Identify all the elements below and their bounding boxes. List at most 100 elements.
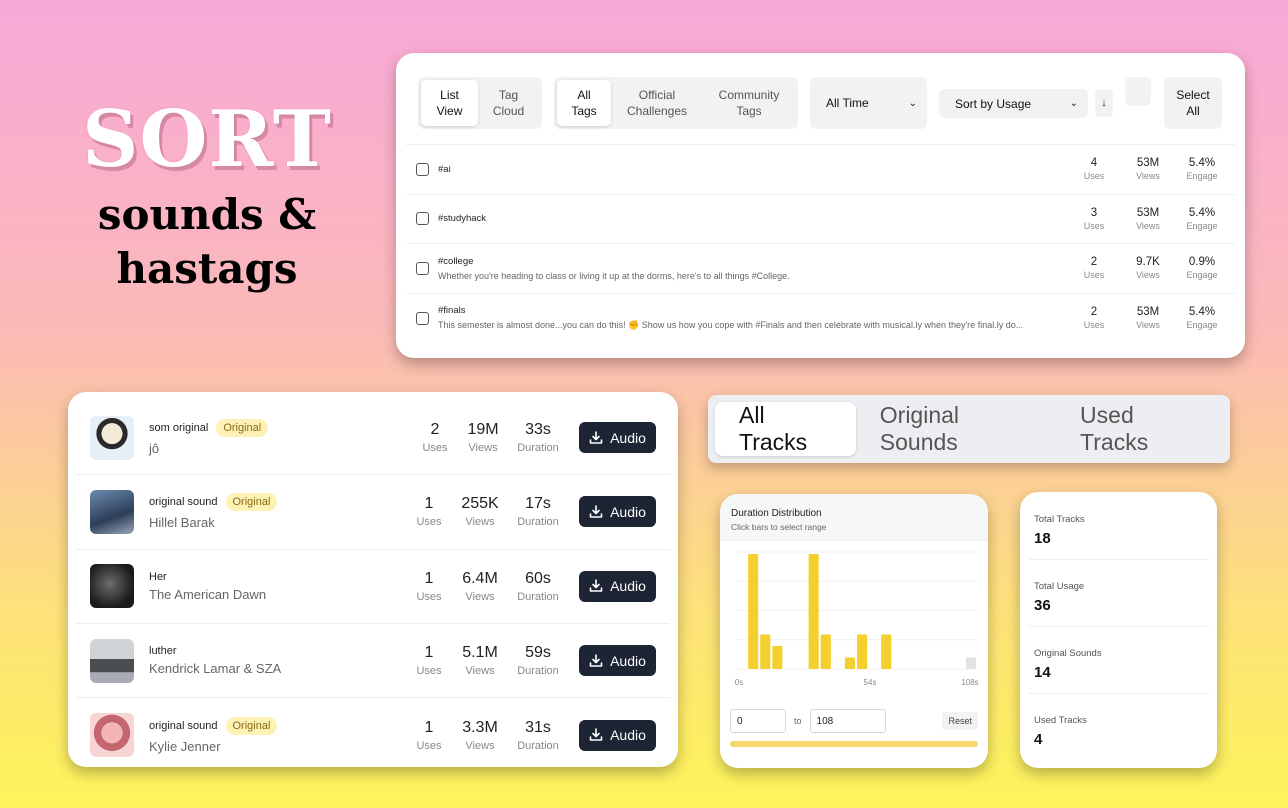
tag-cloud-button[interactable]: Tag Cloud — [480, 80, 537, 126]
sound-row[interactable]: luther Kendrick Lamar & SZA 1 Uses 5.1M … — [76, 624, 670, 699]
hashtag-stats: 4 Uses 53M Views 5.4% Engage — [1067, 157, 1229, 181]
sound-title: original sound — [149, 496, 218, 509]
histogram-bar[interactable] — [857, 634, 868, 670]
histogram-bar[interactable] — [808, 554, 819, 669]
sounds-panel: som original Original jô 2 Uses 19M View… — [68, 392, 678, 767]
total-value: 4 — [1034, 731, 1043, 748]
sound-row[interactable]: Her The American Dawn 1 Uses 6.4M Views … — [76, 550, 670, 624]
headline-subtitle-line2: hastags — [116, 244, 298, 293]
audio-download-button[interactable]: Audio — [579, 570, 656, 602]
tab-all-tracks[interactable]: All Tracks — [715, 402, 856, 456]
all-tags-button[interactable]: All Tags — [557, 80, 611, 126]
sound-stats: 2 Uses 19M Views 33s Duration — [415, 421, 565, 454]
original-badge: Original — [225, 716, 278, 735]
headline-title: SORT — [82, 94, 332, 185]
total-card: Original Sounds 14 — [1027, 634, 1210, 694]
duration-stat: 60s Duration — [511, 570, 565, 603]
sound-info: luther Kendrick Lamar & SZA — [149, 645, 409, 676]
sound-thumbnail — [90, 564, 134, 609]
tab-original-sounds[interactable]: Original Sounds — [856, 402, 1056, 456]
audio-label: Audio — [610, 503, 646, 520]
uses-label: Uses — [416, 665, 442, 678]
sound-title-line: original sound Original — [149, 716, 409, 735]
hashtag-row[interactable]: #college Whether you're heading to class… — [406, 244, 1235, 294]
hashtag-name: #finals — [438, 305, 466, 317]
histogram-bar[interactable] — [748, 554, 759, 669]
uses-label: Uses — [1083, 320, 1105, 331]
download-icon — [589, 430, 603, 444]
views-value: 53M — [1136, 306, 1160, 319]
totals-panel: Total Tracks 18 Total Usage 36 Original … — [1020, 492, 1217, 768]
duration-stat: 17s Duration — [511, 495, 565, 528]
sort-direction-button[interactable]: ↓ — [1095, 89, 1113, 117]
uses-value: 4 — [1090, 157, 1098, 170]
total-value: 18 — [1034, 530, 1051, 547]
uses-stat: 4 Uses — [1067, 157, 1121, 181]
uses-stat: 1 Uses — [409, 495, 449, 528]
audio-download-button[interactable]: Audio — [579, 496, 656, 528]
duration-label: Duration — [517, 442, 559, 455]
row-checkbox[interactable] — [416, 311, 429, 325]
uses-label: Uses — [1083, 171, 1105, 182]
time-range-select[interactable]: All Time ⌄ — [810, 77, 927, 129]
sound-artist: Kendrick Lamar & SZA — [149, 661, 282, 677]
engage-stat: 0.9% Engage — [1175, 256, 1229, 280]
hashtag-row[interactable]: #ai 4 Uses 53M Views 5.4% Engage — [406, 145, 1235, 195]
hashtag-row[interactable]: #finals This semester is almost done...y… — [406, 294, 1235, 344]
range-from-input[interactable] — [730, 709, 786, 733]
reset-button[interactable]: Reset — [942, 712, 978, 730]
audio-label: Audio — [610, 652, 646, 669]
audio-label: Audio — [610, 727, 646, 744]
duration-value: 60s — [525, 569, 551, 587]
histogram-bar[interactable] — [844, 657, 855, 670]
row-checkbox[interactable] — [416, 162, 429, 176]
hashtag-name: #studyhack — [438, 213, 487, 225]
list-view-button[interactable]: List View — [421, 80, 478, 126]
sound-title: original sound — [149, 719, 218, 732]
total-card: Total Usage 36 — [1027, 567, 1210, 627]
histogram-bar[interactable] — [881, 634, 892, 670]
uses-label: Uses — [1083, 220, 1105, 231]
histogram-bar[interactable] — [760, 634, 771, 670]
official-challenges-button[interactable]: Official Challenges — [613, 80, 701, 126]
duration-value: 59s — [525, 644, 551, 662]
audio-download-button[interactable]: Audio — [579, 645, 656, 677]
audio-download-button[interactable]: Audio — [579, 422, 656, 454]
blank-square-button[interactable] — [1125, 77, 1151, 106]
views-stat: 6.4M Views — [449, 570, 511, 603]
views-value: 5.1M — [462, 644, 498, 662]
range-slider[interactable] — [730, 741, 978, 747]
audio-download-button[interactable]: Audio — [579, 719, 656, 751]
select-all-button[interactable]: Select All — [1164, 77, 1222, 129]
uses-value: 1 — [424, 569, 434, 587]
range-to-input[interactable] — [809, 709, 886, 733]
sound-thumbnail — [90, 415, 134, 460]
row-checkbox[interactable] — [416, 261, 429, 275]
views-label: Views — [465, 516, 495, 529]
uses-stat: 3 Uses — [1067, 207, 1121, 231]
download-icon — [589, 579, 603, 593]
histogram-bar[interactable] — [820, 634, 831, 670]
tab-used-tracks[interactable]: Used Tracks — [1056, 402, 1223, 456]
sound-title-line: som original Original — [149, 419, 415, 438]
sound-stats: 1 Uses 255K Views 17s Duration — [409, 495, 565, 528]
sound-row[interactable]: original sound Original Kylie Jenner 1 U… — [76, 698, 670, 772]
sound-row[interactable]: som original Original jô 2 Uses 19M View… — [76, 401, 670, 476]
histogram-bar[interactable] — [965, 657, 976, 670]
total-card: Total Tracks 18 — [1027, 500, 1210, 560]
sound-thumbnail — [90, 489, 134, 534]
community-tags-button[interactable]: Community Tags — [703, 80, 795, 126]
histogram-bar[interactable] — [772, 646, 783, 669]
row-checkbox[interactable] — [416, 212, 429, 226]
headline-subtitle-line1: sounds & — [97, 190, 317, 239]
hashtag-row[interactable]: #studyhack 3 Uses 53M Views 5.4% Engage — [406, 195, 1235, 244]
engage-value: 5.4% — [1188, 157, 1216, 170]
range-to-label: to — [794, 716, 802, 726]
uses-value: 1 — [424, 495, 434, 513]
total-label: Original Sounds — [1034, 648, 1102, 659]
sound-info: original sound Original Kylie Jenner — [149, 716, 409, 754]
sound-title: som original — [149, 422, 209, 435]
sort-select[interactable]: Sort by Usage ⌄ — [939, 89, 1088, 118]
uses-value: 3 — [1090, 206, 1098, 219]
sound-row[interactable]: original sound Original Hillel Barak 1 U… — [76, 475, 670, 550]
